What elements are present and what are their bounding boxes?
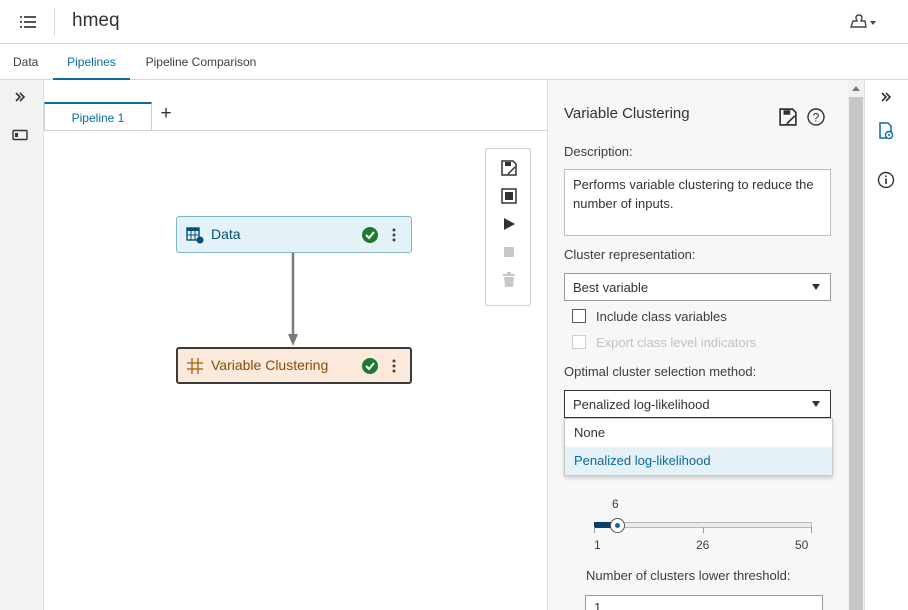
select-all-icon[interactable] (499, 186, 519, 206)
slider-tick (703, 527, 704, 533)
stop-icon (499, 242, 519, 262)
slider-mid-label: 26 (696, 538, 710, 552)
divider (44, 130, 547, 131)
save-icon[interactable] (779, 108, 797, 126)
more-options-icon[interactable] (385, 356, 403, 376)
export-class-indicators-checkbox (572, 335, 586, 349)
left-rail (0, 80, 44, 610)
chevron-down-icon (812, 284, 820, 290)
tab-pipelines[interactable]: Pipelines (53, 44, 130, 80)
select-value: Best variable (573, 280, 649, 295)
node-label: Data (211, 226, 241, 242)
delete-icon (499, 270, 519, 290)
info-icon[interactable] (876, 170, 896, 190)
slider-tick (594, 527, 595, 533)
slider-min-label: 1 (594, 538, 601, 552)
optimal-method-label: Optimal cluster selection method: (564, 364, 757, 379)
tab-data[interactable]: Data (13, 44, 38, 80)
variable-clustering-icon (187, 358, 203, 374)
node-properties-icon[interactable] (876, 121, 896, 141)
optimal-method-dropdown-list: None Penalized log-likelihood (564, 418, 833, 476)
main-tab-bar: Data Pipelines Pipeline Comparison (0, 44, 908, 80)
slider-max-label: 50 (795, 538, 809, 552)
node-data[interactable]: Data (176, 216, 412, 253)
double-chevron-right-icon[interactable] (10, 87, 30, 107)
select-value: Penalized log-likelihood (573, 397, 710, 412)
run-icon[interactable] (499, 214, 519, 234)
save-icon[interactable] (499, 158, 519, 178)
right-rail (864, 80, 908, 610)
top-bar: hmeq (0, 0, 908, 44)
description-label: Description: (564, 144, 633, 159)
slider-value: 6 (612, 497, 619, 511)
check-circle-icon (362, 227, 378, 243)
node-variable-clustering[interactable]: Variable Clustering (176, 347, 412, 384)
user-menu-button[interactable] (848, 10, 878, 34)
more-options-icon[interactable] (385, 225, 403, 245)
scroll-up-icon[interactable] (848, 80, 864, 96)
scrollbar-thumb[interactable] (849, 97, 863, 610)
dropdown-option-none[interactable]: None (565, 419, 832, 447)
user-icon (850, 14, 876, 28)
help-icon[interactable]: ? (806, 107, 826, 127)
cluster-representation-select[interactable]: Best variable (564, 273, 831, 301)
check-circle-icon (362, 358, 378, 374)
slider-thumb[interactable] (610, 518, 625, 533)
export-class-indicators-label: Export class level indicators (596, 335, 757, 350)
svg-text:?: ? (813, 111, 820, 125)
cluster-representation-label: Cluster representation: (564, 247, 696, 262)
include-class-variables-label: Include class variables (596, 309, 727, 324)
chevron-down-icon (812, 401, 820, 407)
panel-title: Variable Clustering (564, 105, 690, 122)
double-chevron-right-icon[interactable] (876, 87, 896, 107)
panel-toggle-icon[interactable] (10, 125, 30, 145)
data-table-icon (186, 227, 204, 244)
description-textarea[interactable]: Performs variable clustering to reduce t… (564, 169, 831, 236)
tab-pipeline-comparison[interactable]: Pipeline Comparison (144, 44, 258, 80)
tab-pipeline-1[interactable]: Pipeline 1 (44, 102, 152, 131)
node-label: Variable Clustering (211, 357, 329, 373)
lower-threshold-input[interactable]: 1 (585, 595, 823, 610)
menu-icon[interactable] (14, 10, 42, 34)
include-class-variables-checkbox[interactable] (572, 309, 586, 323)
lower-threshold-label: Number of clusters lower threshold: (586, 568, 791, 583)
canvas-toolbar (485, 148, 531, 306)
divider (54, 8, 55, 36)
optimal-method-select[interactable]: Penalized log-likelihood (564, 390, 831, 418)
dropdown-option-penalized-log-likelihood[interactable]: Penalized log-likelihood (565, 447, 832, 475)
add-pipeline-button[interactable]: + (156, 104, 176, 126)
app-title: hmeq (72, 10, 120, 31)
slider-tick (811, 527, 812, 533)
connector-arrow (288, 252, 298, 346)
